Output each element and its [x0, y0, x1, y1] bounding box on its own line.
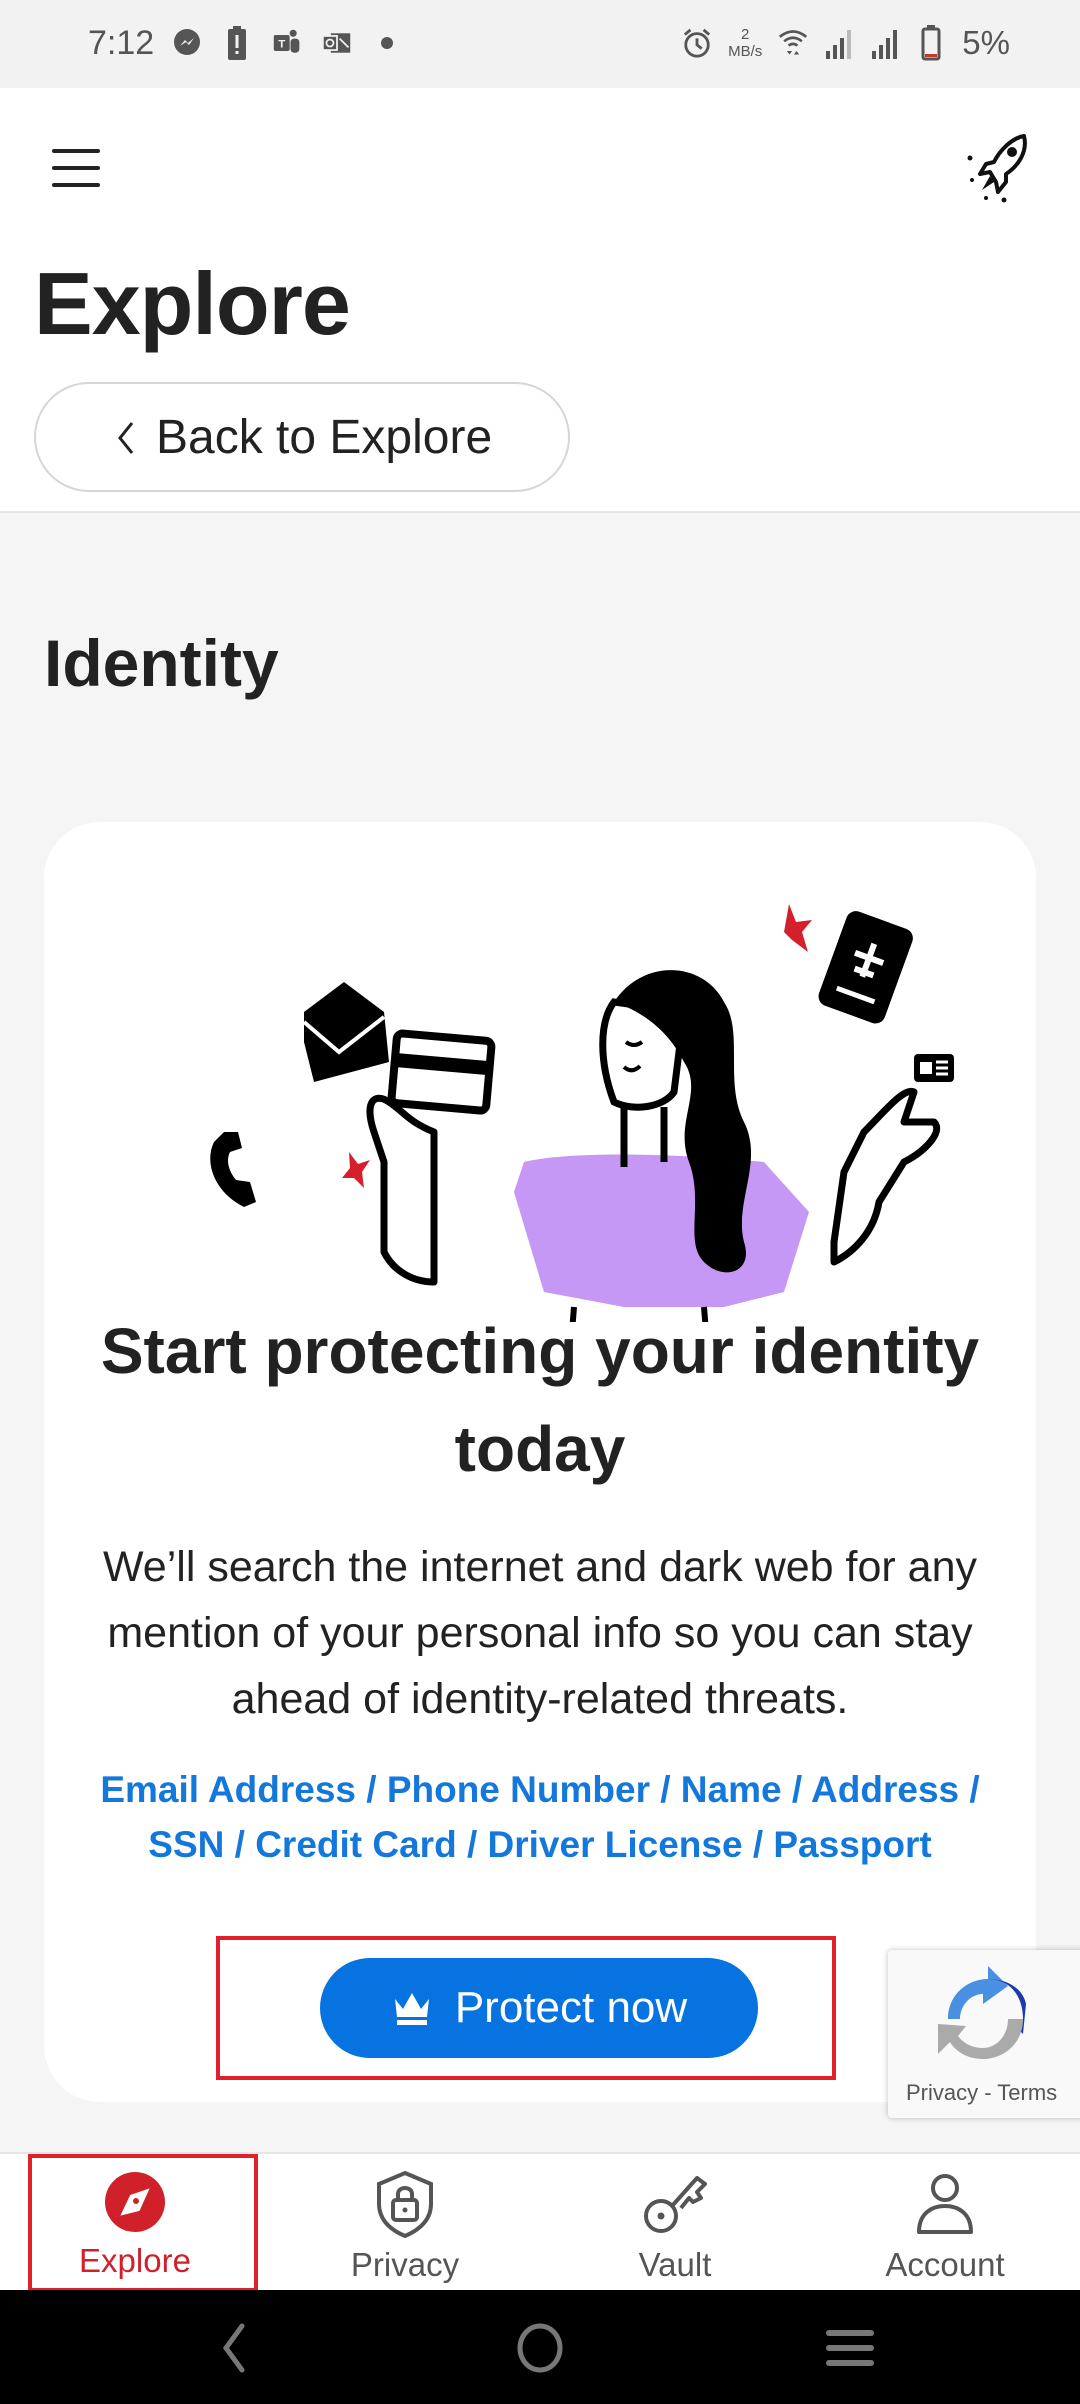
shield-lock-icon — [377, 2170, 433, 2238]
system-status-icons: 2 MB/s 5% — [682, 24, 1010, 62]
card-title: Start protecting your identity today — [100, 1315, 980, 1485]
signal-icon-2 — [870, 26, 900, 60]
nav-tab-explore[interactable]: Explore — [0, 2154, 270, 2290]
envelope-icon — [302, 982, 389, 1082]
woman-figure — [366, 970, 941, 1322]
app-header: Explore Back to Explore — [0, 88, 1080, 513]
alarm-icon — [682, 26, 712, 60]
monitored-info-types: Email Address / Phone Number / Name / Ad… — [84, 1762, 996, 1872]
signal-icon-1 — [824, 26, 854, 60]
system-recents-button[interactable] — [820, 2320, 880, 2376]
recaptcha-privacy-terms-link[interactable]: Privacy - Terms — [906, 2080, 1057, 2106]
identity-promo-card: Start protecting your identity today We’… — [44, 822, 1036, 2102]
red-spark-icon — [342, 1152, 370, 1188]
monitored-info-types-line-2: SSN / Credit Card / Driver License / Pas… — [148, 1824, 932, 1865]
back-to-explore-label: Back to Explore — [156, 410, 493, 464]
home-circle-icon — [517, 2323, 563, 2373]
system-back-button[interactable] — [204, 2320, 264, 2376]
passport-icon — [818, 911, 913, 1024]
person-icon — [917, 2174, 973, 2234]
network-speed-unit: MB/s — [728, 43, 763, 60]
key-icon — [644, 2176, 707, 2233]
nav-label-vault: Vault — [638, 2246, 712, 2283]
recents-icon — [826, 2330, 874, 2366]
menu-line — [52, 166, 100, 170]
page-title: Explore — [34, 254, 351, 353]
menu-line — [52, 183, 100, 187]
nav-tab-vault[interactable]: Vault — [540, 2154, 810, 2290]
recaptcha-logo-icon — [938, 1966, 1026, 2059]
back-to-explore-button[interactable]: Back to Explore — [34, 382, 570, 492]
nav-tab-account[interactable]: Account — [810, 2154, 1080, 2290]
identity-illustration — [210, 904, 954, 1322]
section-title: Identity — [44, 626, 279, 700]
protect-now-button[interactable]: Protect now — [320, 1958, 758, 2058]
status-bar: 7:12 T 2 MB/s 5% — [0, 0, 1080, 88]
battery-alert-icon — [222, 26, 252, 60]
network-speed-value: 2 — [741, 26, 750, 43]
recaptcha-badge[interactable]: Privacy - Terms — [888, 1950, 1080, 2118]
back-arrow-icon — [222, 2323, 245, 2373]
chevron-left-icon — [118, 422, 134, 454]
network-speed: 2 MB/s — [728, 26, 762, 60]
notification-icons: T — [172, 26, 402, 60]
wifi-icon — [778, 26, 808, 60]
compass-icon — [105, 2172, 165, 2232]
nav-label-account: Account — [885, 2246, 1005, 2283]
system-home-button[interactable] — [510, 2320, 570, 2376]
rocket-button[interactable] — [960, 128, 1040, 208]
nav-tab-privacy[interactable]: Privacy — [270, 2154, 540, 2290]
id-card-icon — [914, 1054, 954, 1082]
nav-label-explore: Explore — [79, 2242, 191, 2279]
dot-icon — [372, 26, 402, 60]
protect-now-label: Protect now — [454, 1983, 688, 2032]
outlook-icon — [322, 26, 352, 60]
messenger-icon — [172, 26, 202, 60]
battery-percent: 5% — [962, 24, 1010, 61]
svg-text:T: T — [278, 38, 285, 50]
red-spark-icon — [784, 904, 812, 952]
hamburger-menu-button[interactable] — [48, 143, 104, 193]
system-navigation-bar — [0, 2290, 1080, 2404]
rocket-icon — [967, 134, 1027, 203]
teams-icon: T — [272, 26, 302, 60]
menu-line — [52, 149, 100, 153]
card-description: We’ll search the internet and dark web f… — [102, 1543, 977, 1723]
bottom-navigation: Explore Privacy Vault Account — [0, 2152, 1080, 2290]
credit-card-icon — [387, 1029, 496, 1115]
nav-label-privacy: Privacy — [350, 2246, 460, 2283]
status-time: 7:12 — [88, 24, 155, 62]
battery-icon — [916, 25, 946, 61]
crown-icon — [394, 1993, 429, 2025]
phone-icon — [210, 1132, 256, 1207]
monitored-info-types-line-1: Email Address / Phone Number / Name / Ad… — [100, 1769, 980, 1810]
